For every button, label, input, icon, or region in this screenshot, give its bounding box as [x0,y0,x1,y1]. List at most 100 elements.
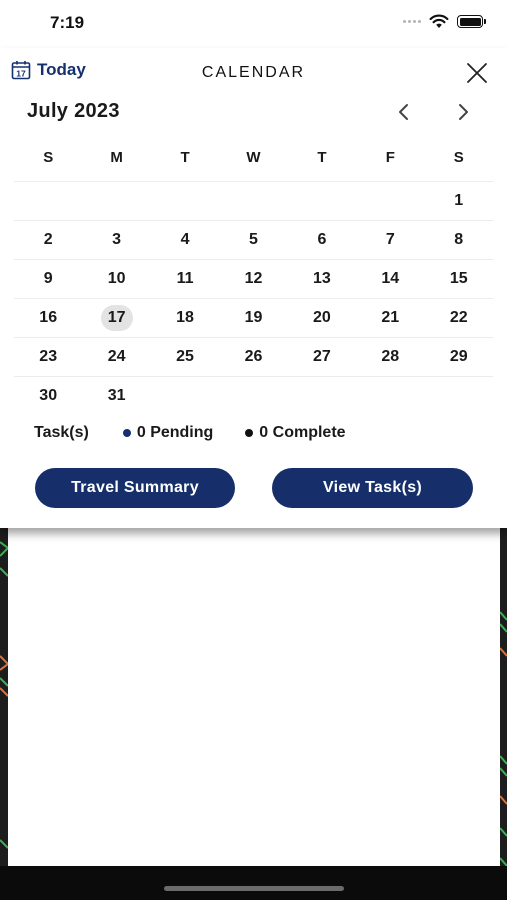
day-number: 29 [449,348,468,365]
day-cell[interactable]: 31 [82,377,150,415]
day-cell[interactable]: 13 [288,260,356,298]
cellular-signal-icon [403,20,421,23]
day-cell[interactable]: 20 [288,299,356,337]
day-cell-selected[interactable]: 17 [82,299,150,337]
wifi-icon [429,14,449,28]
day-cell[interactable]: 6 [288,221,356,259]
day-number: 3 [112,231,122,248]
day-cell[interactable]: 11 [151,260,219,298]
day-cell[interactable]: 30 [14,377,82,415]
day-number: 17 [100,305,133,331]
day-number [237,188,269,214]
day-cell[interactable]: 27 [288,338,356,376]
home-indicator[interactable] [164,886,344,891]
pending-dot-icon [122,429,131,437]
week-row: 1 [14,181,493,220]
day-number [169,188,201,214]
tasks-label: Task(s) [34,424,89,441]
view-tasks-button[interactable]: View Task(s) [272,468,473,508]
tasks-summary: Task(s) 0 Pending 0 Complete [34,423,378,443]
day-number: 21 [381,309,400,326]
calendar-sheet: 17 Today CALENDAR July 2023 S M T W T F … [0,48,507,528]
day-cell[interactable]: 4 [151,221,219,259]
day-cell[interactable]: 22 [425,299,493,337]
day-cell[interactable]: 8 [425,221,493,259]
day-cell[interactable]: 23 [14,338,82,376]
day-number: 16 [39,309,58,326]
day-cell[interactable]: 1 [425,182,493,220]
day-number: 28 [381,348,400,365]
day-cell[interactable]: 10 [82,260,150,298]
chevron-left-icon[interactable] [392,100,416,124]
day-cell-empty [425,377,493,415]
day-number: 22 [449,309,468,326]
calendar-grid: 1 2 3 4 5 6 7 8 9 10 11 12 13 14 15 16 1… [14,181,493,415]
day-number: 6 [317,231,327,248]
month-label: July 2023 [27,100,120,122]
day-cell[interactable]: 18 [151,299,219,337]
day-number: 7 [385,231,395,248]
day-cell[interactable]: 25 [151,338,219,376]
day-cell-empty [356,377,424,415]
day-number [443,383,475,409]
day-cell-empty [288,377,356,415]
day-cell[interactable]: 26 [219,338,287,376]
day-cell-empty [82,182,150,220]
day-cell[interactable]: 24 [82,338,150,376]
day-cell[interactable]: 3 [82,221,150,259]
day-cell-empty [356,182,424,220]
day-number: 5 [249,231,258,248]
day-number [306,383,338,409]
day-number: 18 [176,309,194,326]
day-number: 13 [312,270,331,287]
month-row: July 2023 [0,96,507,130]
day-cell[interactable]: 29 [425,338,493,376]
weekday-label: M [110,149,123,166]
day-number: 19 [244,309,263,326]
week-row: 9 10 11 12 13 14 15 [14,259,493,298]
close-icon[interactable] [465,61,489,85]
day-cell[interactable]: 9 [14,260,82,298]
travel-summary-button[interactable]: Travel Summary [35,468,235,508]
day-cell[interactable]: 7 [356,221,424,259]
day-number [306,188,338,214]
battery-icon [457,15,486,28]
day-cell[interactable]: 19 [219,299,287,337]
day-cell[interactable]: 2 [14,221,82,259]
day-number: 23 [39,348,58,365]
day-number [101,188,133,214]
weekday-label: S [453,149,464,166]
day-cell[interactable]: 14 [356,260,424,298]
day-number: 26 [244,348,263,365]
status-time: 7:19 [50,13,85,32]
day-cell[interactable]: 21 [356,299,424,337]
day-cell-empty [14,182,82,220]
day-number [237,383,269,409]
day-cell[interactable]: 5 [219,221,287,259]
day-number: 10 [107,270,126,287]
complete-dot-icon [245,429,254,437]
day-cell[interactable]: 28 [356,338,424,376]
day-number [374,188,406,214]
pending-count: 0 Pending [136,424,214,441]
day-number: 1 [454,192,464,209]
day-cell-empty [151,182,219,220]
day-number: 27 [312,348,331,365]
chevron-right-icon[interactable] [451,100,475,124]
page-title: CALENDAR [201,64,306,81]
action-buttons: Travel Summary View Task(s) [0,468,507,508]
day-number: 4 [180,231,190,248]
day-cell[interactable]: 16 [14,299,82,337]
day-number: 24 [107,348,126,365]
day-number: 20 [312,309,331,326]
day-cell[interactable]: 15 [425,260,493,298]
day-number: 25 [176,348,194,365]
status-bar: 7:19 [0,0,507,48]
day-cell[interactable]: 12 [219,260,287,298]
week-row: 2 3 4 5 6 7 8 [14,220,493,259]
complete-count: 0 Complete [259,424,346,441]
day-number [32,188,64,214]
day-cell-empty [219,182,287,220]
day-number: 8 [454,231,464,248]
week-row: 16 17 18 19 20 21 22 [14,298,493,337]
